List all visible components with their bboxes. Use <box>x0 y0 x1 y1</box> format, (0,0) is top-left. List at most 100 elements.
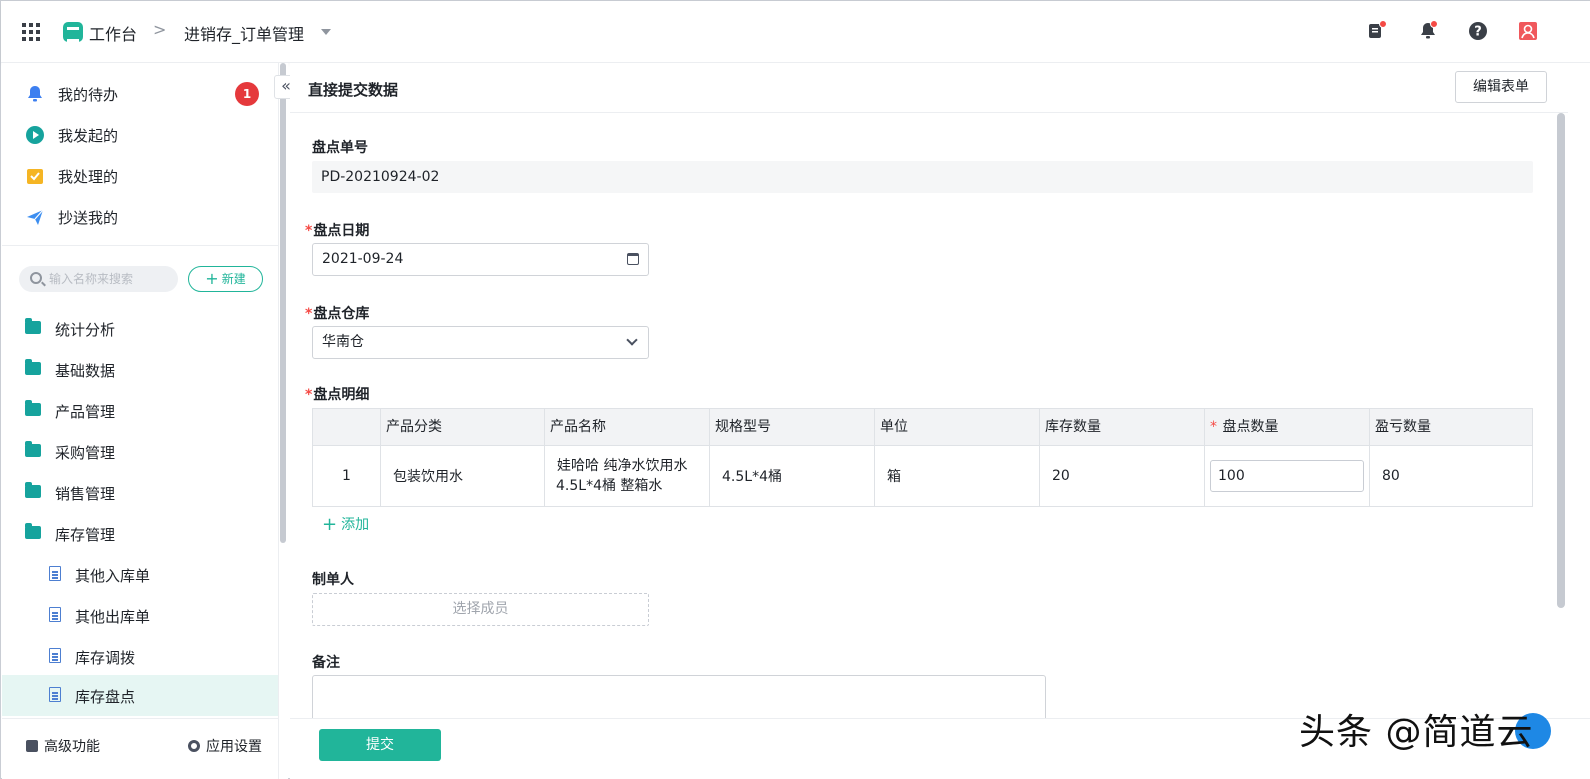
form-document-icon <box>49 687 61 702</box>
play-circle-icon <box>25 125 45 145</box>
workbench-link[interactable]: 工作台 <box>89 21 137 45</box>
sidebar-item-processed[interactable]: 我处理的 <box>2 155 278 196</box>
page-title: 直接提交数据 <box>308 81 399 99</box>
column-header: 规格型号 <box>709 409 874 445</box>
inbox-check-icon <box>25 166 45 186</box>
main-scrollbar[interactable] <box>1557 113 1565 608</box>
folder-label: 采购管理 <box>55 444 116 462</box>
message-icon[interactable] <box>1365 20 1387 42</box>
divider <box>2 245 278 246</box>
folder-label: 产品管理 <box>55 403 116 421</box>
todo-count-badge: 1 <box>235 82 259 106</box>
bell-notification-icon[interactable] <box>1417 20 1439 42</box>
sidebar-folder-basic-data[interactable]: 基础数据 <box>2 349 278 390</box>
new-button-label: 新建 <box>221 272 246 286</box>
warehouse-value: 华南仓 <box>322 334 364 350</box>
settings-label: 应用设置 <box>206 739 262 755</box>
app-grid-icon[interactable] <box>22 23 40 41</box>
breadcrumb-separator-icon: > <box>153 20 167 39</box>
folder-label: 销售管理 <box>55 485 116 503</box>
required-mark: * <box>1210 419 1217 435</box>
sidebar-item-other-outbound[interactable]: 其他出库单 <box>2 595 278 636</box>
add-row-label: 添加 <box>341 517 370 533</box>
advanced-features-button[interactable]: 高级功能 <box>26 736 100 756</box>
sidebar-item-other-inbound[interactable]: 其他入库单 <box>2 554 278 595</box>
plus-icon: + <box>205 269 219 288</box>
remark-label: 备注 <box>312 655 340 671</box>
warehouse-select[interactable]: 华南仓 <box>312 326 649 359</box>
app-frame: 工作台 > 进销存_订单管理 ? 我的待办 1 我发起的 我处理的 抄送我的 输… <box>0 0 1590 779</box>
watermark: 头条 @简道云 <box>1299 712 1534 753</box>
date-label: *盘点日期 <box>305 223 370 239</box>
calendar-icon[interactable] <box>627 253 639 265</box>
required-mark: * <box>305 306 313 322</box>
required-mark: * <box>305 387 313 403</box>
sidebar-folder-purchasing[interactable]: 采购管理 <box>2 431 278 472</box>
folder-open-icon <box>25 523 41 539</box>
workbench-logo-icon <box>63 22 83 42</box>
sidebar-item-inventory-transfer[interactable]: 库存调拨 <box>2 636 278 677</box>
sidebar-item-inventory-count[interactable]: 库存盘点 <box>2 675 278 716</box>
add-row-button[interactable]: + 添加 <box>322 514 369 535</box>
help-icon[interactable]: ? <box>1467 20 1489 42</box>
edit-form-button[interactable]: 编辑表单 <box>1455 71 1547 103</box>
app-settings-button[interactable]: 应用设置 <box>188 736 262 756</box>
folder-label: 基础数据 <box>55 362 116 380</box>
form-document-icon <box>49 607 61 622</box>
sidebar-item-cc[interactable]: 抄送我的 <box>2 196 278 237</box>
search-icon <box>30 272 42 284</box>
sidebar: 我的待办 1 我发起的 我处理的 抄送我的 输入名称来搜索 + 新建 统计分析 … <box>2 63 278 779</box>
date-value: 2021-09-24 <box>322 251 404 267</box>
sub-item-label: 其他入库单 <box>75 567 151 585</box>
sub-item-label: 其他出库单 <box>75 608 151 626</box>
product-name-cell: 娃哈哈 纯净水饮用水 4.5L*4桶 整箱水 <box>544 446 709 506</box>
app-name[interactable]: 进销存_订单管理 <box>184 21 304 45</box>
stock-cell: 20 <box>1039 446 1204 506</box>
sub-item-label: 库存盘点 <box>75 688 136 706</box>
table-header: 产品分类 产品名称 规格型号 单位 库存数量 * 盘点数量 盈亏数量 <box>313 409 1532 446</box>
detail-table: 产品分类 产品名称 规格型号 单位 库存数量 * 盘点数量 盈亏数量 1 包装饮… <box>312 408 1533 507</box>
sidebar-footer: 高级功能 应用设置 <box>2 718 278 778</box>
sub-item-label: 库存调拨 <box>75 649 136 667</box>
folder-label: 统计分析 <box>55 321 116 339</box>
column-header: 单位 <box>874 409 1039 445</box>
required-mark: * <box>305 223 313 239</box>
date-field[interactable]: 2021-09-24 <box>312 243 649 276</box>
sidebar-folder-statistics[interactable]: 统计分析 <box>2 308 278 349</box>
folder-icon <box>25 359 41 375</box>
search-input[interactable] <box>49 270 171 288</box>
sidebar-folder-inventory[interactable]: 库存管理 <box>2 513 278 554</box>
order-no-label: 盘点单号 <box>312 140 368 156</box>
count-input[interactable]: 100 <box>1210 460 1364 492</box>
sidebar-item-todo[interactable]: 我的待办 1 <box>2 73 278 114</box>
folder-icon <box>25 441 41 457</box>
table-row: 1 包装饮用水 娃哈哈 纯净水饮用水 4.5L*4桶 整箱水 4.5L*4桶 箱 … <box>313 446 1532 506</box>
submit-button[interactable]: 提交 <box>319 729 441 761</box>
sidebar-item-initiated[interactable]: 我发起的 <box>2 114 278 155</box>
sidebar-item-label: 抄送我的 <box>58 209 119 227</box>
unit-cell: 箱 <box>874 446 1039 506</box>
sidebar-search[interactable] <box>19 266 178 292</box>
sidebar-folder-products[interactable]: 产品管理 <box>2 390 278 431</box>
gear-icon <box>188 740 200 752</box>
warehouse-label: *盘点仓库 <box>305 306 370 322</box>
select-member-field[interactable]: 选择成员 <box>312 593 649 626</box>
column-header: 盈亏数量 <box>1369 409 1532 445</box>
advanced-label: 高级功能 <box>44 739 100 755</box>
column-header: 产品分类 <box>380 409 544 445</box>
form-document-icon <box>49 648 61 663</box>
folder-icon <box>25 482 41 498</box>
cube-icon <box>26 740 38 752</box>
detail-label: *盘点明细 <box>305 387 370 403</box>
sidebar-scrollbar[interactable] <box>280 63 286 543</box>
sidebar-folder-sales[interactable]: 销售管理 <box>2 472 278 513</box>
new-button[interactable]: + 新建 <box>188 266 263 292</box>
paper-plane-icon <box>25 207 45 227</box>
bell-icon <box>25 84 45 104</box>
app-switch-chevron-down-icon[interactable] <box>321 29 331 35</box>
form-document-icon <box>49 566 61 581</box>
plus-icon: + <box>322 514 338 535</box>
user-avatar-icon[interactable] <box>1517 20 1539 42</box>
chevron-down-icon <box>626 334 638 346</box>
count-cell: 100 <box>1204 446 1369 506</box>
